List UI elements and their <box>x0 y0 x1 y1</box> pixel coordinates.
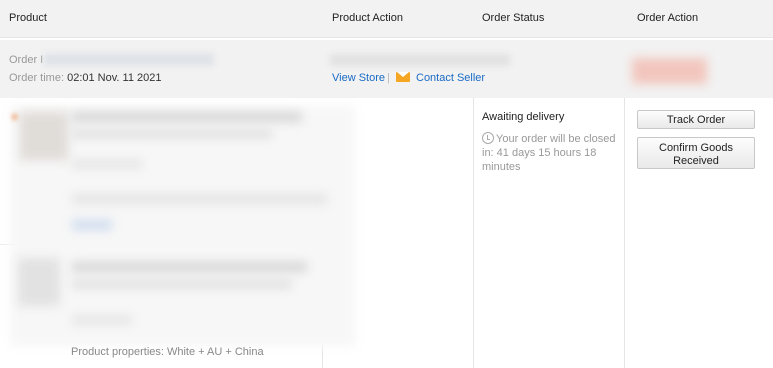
clock-icon <box>482 132 494 144</box>
product-title-2-line2 <box>72 280 292 288</box>
product-price-1 <box>72 160 142 168</box>
confirm-goods-received-button[interactable]: Confirm Goods Received <box>637 137 755 169</box>
product-image-2[interactable] <box>18 258 60 306</box>
order-time-label: Order time: <box>9 72 65 84</box>
product-title-2[interactable] <box>72 262 307 272</box>
link-separator: | <box>387 72 390 84</box>
header-product: Product <box>9 12 47 24</box>
product-price-2 <box>72 316 132 324</box>
action-column-divider <box>624 98 625 368</box>
order-total-redacted <box>632 58 707 84</box>
product-properties-2: Product properties: White + AU + China <box>71 346 264 358</box>
header-order-status: Order Status <box>482 12 545 24</box>
contact-seller-link[interactable]: Contact Seller <box>416 72 485 84</box>
product-properties-1 <box>72 194 327 204</box>
status-column-divider <box>473 98 474 368</box>
header-order-action: Order Action <box>637 12 699 24</box>
order-number-redacted <box>44 53 214 66</box>
product-link-1[interactable] <box>72 220 112 230</box>
closing-text: Your order will be closed in: 41 days 15… <box>482 133 616 173</box>
order-info-bar: Order I Order time: 02:01 Nov. 11 2021 V… <box>0 40 773 98</box>
track-order-button[interactable]: Track Order <box>637 110 755 129</box>
view-store-link[interactable]: View Store <box>332 72 385 84</box>
mail-icon[interactable] <box>396 72 410 82</box>
order-status: Awaiting delivery <box>482 111 565 123</box>
header-product-action: Product Action <box>332 12 403 24</box>
product-image-1[interactable] <box>20 112 68 160</box>
table-header: Product Product Action Order Status Orde… <box>0 0 773 38</box>
order-closing-countdown: Your order will be closed in: 41 days 15… <box>482 132 617 174</box>
product-bullet-redacted <box>12 114 18 120</box>
product-title-1-line2 <box>72 130 272 138</box>
order-number-label: Order I <box>9 54 44 66</box>
store-name-redacted <box>330 54 510 66</box>
product-title-1[interactable] <box>72 112 302 122</box>
order-time: Order time: 02:01 Nov. 11 2021 <box>9 72 161 84</box>
order-time-value: 02:01 Nov. 11 2021 <box>67 72 162 84</box>
product-column-divider <box>322 345 323 368</box>
